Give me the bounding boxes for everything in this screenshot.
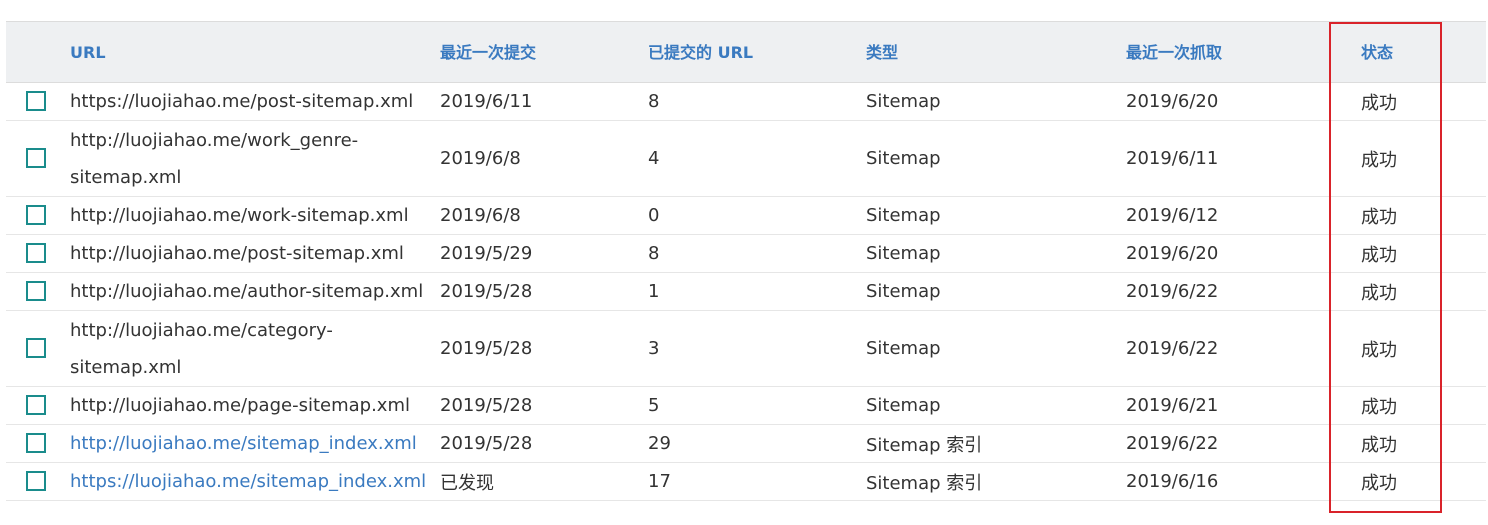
table-row[interactable]: http://luojiahao.me/work_genre-sitemap.x… [6, 121, 1486, 197]
sitemap-url: http://luojiahao.me/work_genre-sitemap.x… [70, 129, 359, 188]
last-crawled-date: 2019/6/22 [1126, 433, 1219, 454]
submitted-url-count: 8 [648, 91, 660, 112]
table-row[interactable]: http://luojiahao.me/category-sitemap.xml… [6, 311, 1486, 387]
status-text: 成功 [1361, 244, 1397, 266]
sitemap-type: Sitemap [866, 243, 941, 264]
sitemap-url: http://luojiahao.me/page-sitemap.xml [70, 395, 410, 416]
last-crawled-date: 2019/6/12 [1126, 205, 1219, 226]
sitemaps-table: URL 最近一次提交 已提交的 URL 类型 最近一次抓取 状态 https:/… [6, 21, 1486, 501]
submitted-date: 2019/5/28 [440, 281, 533, 302]
sitemap-type: Sitemap [866, 148, 941, 169]
table-row[interactable]: http://luojiahao.me/page-sitemap.xml 2019… [6, 387, 1486, 425]
last-crawled-date: 2019/6/21 [1126, 395, 1219, 416]
last-crawled-date: 2019/6/20 [1126, 91, 1219, 112]
last-crawled-date: 2019/6/22 [1126, 338, 1219, 359]
status-text: 成功 [1361, 149, 1397, 171]
submitted-date: 2019/5/28 [440, 395, 533, 416]
row-checkbox[interactable] [26, 204, 46, 225]
submitted-date: 2019/6/8 [440, 148, 521, 169]
table-body: https://luojiahao.me/post-sitemap.xml 201… [6, 83, 1486, 501]
row-checkbox[interactable] [26, 242, 46, 263]
submitted-date: 2019/6/8 [440, 205, 521, 226]
status-text: 成功 [1361, 92, 1397, 114]
column-header-submitted-urls[interactable]: 已提交的 URL [648, 22, 753, 84]
column-header-status[interactable]: 状态 [1361, 22, 1393, 84]
status-text: 成功 [1361, 339, 1397, 361]
row-checkbox[interactable] [26, 432, 46, 453]
sitemap-type: Sitemap [866, 395, 941, 416]
column-header-type[interactable]: 类型 [866, 22, 898, 84]
submitted-url-count: 1 [648, 281, 660, 302]
submitted-url-count: 0 [648, 205, 660, 226]
status-text: 成功 [1361, 396, 1397, 418]
table-row[interactable]: http://luojiahao.me/post-sitemap.xml 2019… [6, 235, 1486, 273]
sitemap-url: https://luojiahao.me/post-sitemap.xml [70, 91, 414, 112]
row-checkbox[interactable] [26, 470, 46, 491]
table-row[interactable]: http://luojiahao.me/work-sitemap.xml 2019… [6, 197, 1486, 235]
sitemap-type: Sitemap [866, 281, 941, 302]
table-row[interactable]: https://luojiahao.me/post-sitemap.xml 201… [6, 83, 1486, 121]
sitemap-url-link[interactable]: http://luojiahao.me/sitemap_index.xml [70, 425, 426, 462]
sitemap-url-link[interactable]: https://luojiahao.me/sitemap_index.xml [70, 463, 426, 500]
submitted-url-count: 3 [648, 338, 660, 359]
status-text: 成功 [1361, 282, 1397, 304]
status-text: 成功 [1361, 434, 1397, 456]
row-checkbox[interactable] [26, 90, 46, 111]
submitted-date: 2019/5/29 [440, 243, 533, 264]
last-crawled-date: 2019/6/16 [1126, 471, 1219, 492]
row-checkbox[interactable] [26, 280, 46, 301]
sitemap-url: http://luojiahao.me/category-sitemap.xml [70, 319, 333, 378]
submitted-date: 2019/6/11 [440, 91, 533, 112]
table-header: URL 最近一次提交 已提交的 URL 类型 最近一次抓取 状态 [6, 21, 1486, 83]
column-header-submitted[interactable]: 最近一次提交 [440, 22, 536, 84]
submitted-url-count: 17 [648, 471, 671, 492]
column-header-url[interactable]: URL [70, 22, 106, 84]
sitemap-type: Sitemap 索引 [866, 434, 983, 456]
row-checkbox[interactable] [26, 394, 46, 415]
row-checkbox[interactable] [26, 337, 46, 358]
sitemap-url: http://luojiahao.me/author-sitemap.xml [70, 281, 424, 302]
submitted-url-count: 29 [648, 433, 671, 454]
sitemap-url: http://luojiahao.me/post-sitemap.xml [70, 243, 404, 264]
sitemap-type: Sitemap 索引 [866, 472, 983, 494]
sitemap-type: Sitemap [866, 338, 941, 359]
status-text: 成功 [1361, 472, 1397, 494]
table-row[interactable]: http://luojiahao.me/author-sitemap.xml 20… [6, 273, 1486, 311]
submitted-url-count: 5 [648, 395, 660, 416]
sitemap-url: http://luojiahao.me/work-sitemap.xml [70, 205, 409, 226]
last-crawled-date: 2019/6/11 [1126, 148, 1219, 169]
table-row[interactable]: http://luojiahao.me/sitemap_index.xml 201… [6, 425, 1486, 463]
submitted-url-count: 8 [648, 243, 660, 264]
sitemap-type: Sitemap [866, 91, 941, 112]
status-text: 成功 [1361, 206, 1397, 228]
sitemap-type: Sitemap [866, 205, 941, 226]
submitted-date: 2019/5/28 [440, 338, 533, 359]
submitted-date: 2019/5/28 [440, 433, 533, 454]
column-header-last-crawled[interactable]: 最近一次抓取 [1126, 22, 1222, 84]
table-row[interactable]: https://luojiahao.me/sitemap_index.xml 已发… [6, 463, 1486, 501]
submitted-url-count: 4 [648, 148, 660, 169]
row-checkbox[interactable] [26, 147, 46, 168]
last-crawled-date: 2019/6/22 [1126, 281, 1219, 302]
submitted-date: 已发现 [440, 472, 494, 494]
last-crawled-date: 2019/6/20 [1126, 243, 1219, 264]
